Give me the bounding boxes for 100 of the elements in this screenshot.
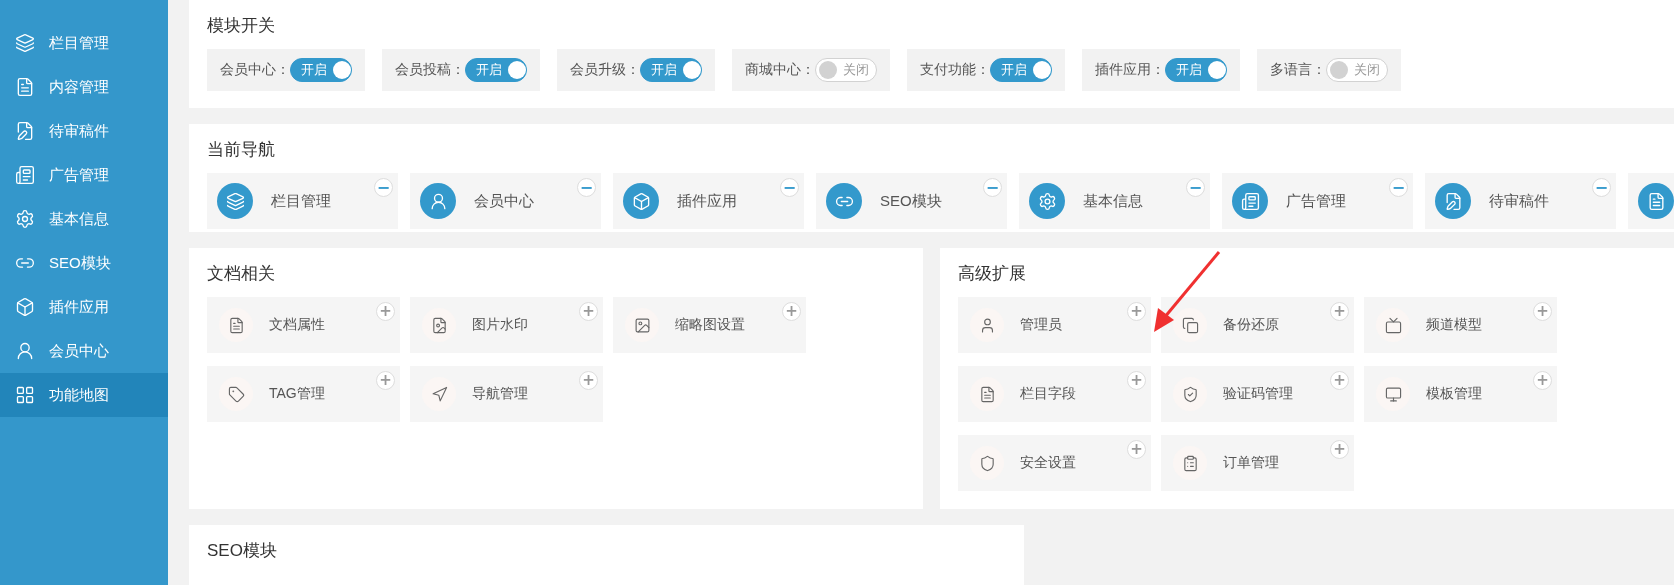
tool-label: 订单管理: [1223, 454, 1279, 472]
document-icon: [970, 377, 1004, 411]
nav-label: 插件应用: [677, 191, 737, 211]
tool-card[interactable]: 订单管理 +: [1161, 435, 1354, 491]
toggle-switch[interactable]: 开启: [1165, 58, 1227, 82]
add-button[interactable]: +: [579, 371, 598, 390]
copy-icon: [1173, 308, 1207, 342]
add-button[interactable]: +: [579, 302, 598, 321]
tool-label: 验证码管理: [1223, 385, 1293, 403]
remove-button[interactable]: −: [577, 178, 596, 197]
switch-label: 商城中心：: [745, 61, 815, 79]
cube-icon: [623, 183, 659, 219]
edit-document-icon: [1435, 183, 1471, 219]
gear-icon: [1029, 183, 1065, 219]
document-icon: [1638, 183, 1674, 219]
sidebar-item[interactable]: SEO模块: [0, 241, 168, 285]
list-icon: [1173, 446, 1207, 480]
switch-label: 会员投稿：: [395, 61, 465, 79]
toggle-switch[interactable]: 开启: [290, 58, 352, 82]
card-icon: [15, 165, 35, 185]
sidebar-item[interactable]: 广告管理: [0, 153, 168, 197]
tool-card[interactable]: 备份还原 +: [1161, 297, 1354, 353]
tool-label: 频道模型: [1426, 316, 1482, 334]
add-button[interactable]: +: [1533, 371, 1552, 390]
navigation-icon: [422, 377, 456, 411]
gear-icon: [15, 209, 35, 229]
toggle-switch[interactable]: 开启: [990, 58, 1052, 82]
tool-card[interactable]: 管理员 +: [958, 297, 1151, 353]
document-icon: [15, 77, 35, 97]
switch-label: 支付功能：: [920, 61, 990, 79]
tool-card[interactable]: 栏目字段 +: [958, 366, 1151, 422]
tool-card[interactable]: 导航管理 +: [410, 366, 603, 422]
add-button[interactable]: +: [1533, 302, 1552, 321]
nav-card[interactable]: 待审稿件 −: [1425, 173, 1616, 229]
shield-check-icon: [1173, 377, 1207, 411]
layers-icon: [217, 183, 253, 219]
tool-card[interactable]: TAG管理 +: [207, 366, 400, 422]
tool-label: 导航管理: [472, 385, 528, 403]
add-button[interactable]: +: [1330, 371, 1349, 390]
nav-card[interactable]: 栏目管理 −: [207, 173, 398, 229]
sidebar-item[interactable]: 内容管理: [0, 65, 168, 109]
panel-title: 当前导航: [207, 139, 276, 161]
toggle-switch[interactable]: 关闭: [1326, 58, 1388, 82]
nav-label: SEO模块: [880, 191, 942, 211]
add-button[interactable]: +: [1127, 440, 1146, 459]
tag-icon: [219, 377, 253, 411]
nav-card[interactable]: 插件应用 −: [613, 173, 804, 229]
nav-card[interactable]: 广告管理 −: [1222, 173, 1413, 229]
add-button[interactable]: +: [1127, 371, 1146, 390]
toggle-switch[interactable]: 开启: [465, 58, 527, 82]
remove-button[interactable]: −: [1186, 178, 1205, 197]
tool-label: 缩略图设置: [675, 316, 745, 334]
tool-label: 备份还原: [1223, 316, 1279, 334]
add-button[interactable]: +: [376, 371, 395, 390]
nav-card[interactable]: SEO模块 −: [816, 173, 1007, 229]
tool-label: 安全设置: [1020, 454, 1076, 472]
tool-card[interactable]: 频道模型 +: [1364, 297, 1557, 353]
tool-card[interactable]: 图片水印 +: [410, 297, 603, 353]
tool-label: 模板管理: [1426, 385, 1482, 403]
tool-card[interactable]: 模板管理 +: [1364, 366, 1557, 422]
nav-card[interactable]: 会员中心 −: [410, 173, 601, 229]
switch-label: 会员升级：: [570, 61, 640, 79]
remove-button[interactable]: −: [1592, 178, 1611, 197]
shield-icon: [970, 446, 1004, 480]
nav-label: 待审稿件: [1489, 191, 1549, 211]
nav-card[interactable]: 基本信息 −: [1019, 173, 1210, 229]
toggle-switch[interactable]: 关闭: [815, 58, 877, 82]
switch-label: 会员中心：: [220, 61, 290, 79]
sidebar-item[interactable]: 功能地图: [0, 373, 168, 417]
tool-card[interactable]: 文档属性 +: [207, 297, 400, 353]
edit-document-icon: [15, 121, 35, 141]
layers-icon: [15, 33, 35, 53]
document-user-icon: [422, 308, 456, 342]
add-button[interactable]: +: [1127, 302, 1146, 321]
toggle-switch[interactable]: 开启: [640, 58, 702, 82]
nav-label: 栏目管理: [271, 191, 331, 211]
document-icon: [219, 308, 253, 342]
tool-label: 文档属性: [269, 316, 325, 334]
sidebar-item[interactable]: 待审稿件: [0, 109, 168, 153]
tool-card[interactable]: 安全设置 +: [958, 435, 1151, 491]
nav-label: 广告管理: [1286, 191, 1346, 211]
add-button[interactable]: +: [1330, 302, 1349, 321]
remove-button[interactable]: −: [1389, 178, 1408, 197]
sidebar-item[interactable]: 基本信息: [0, 197, 168, 241]
add-button[interactable]: +: [782, 302, 801, 321]
sidebar-item[interactable]: 栏目管理: [0, 21, 168, 65]
sidebar-item[interactable]: 插件应用: [0, 285, 168, 329]
remove-button[interactable]: −: [374, 178, 393, 197]
add-button[interactable]: +: [376, 302, 395, 321]
sidebar-item[interactable]: 会员中心: [0, 329, 168, 373]
remove-button[interactable]: −: [780, 178, 799, 197]
nav-label: 会员中心: [474, 191, 534, 211]
add-button[interactable]: +: [1330, 440, 1349, 459]
switch-label: 插件应用：: [1095, 61, 1165, 79]
switch-label: 多语言：: [1270, 61, 1326, 79]
panel-title: 模块开关: [207, 15, 276, 37]
tool-card[interactable]: 缩略图设置 +: [613, 297, 806, 353]
user-icon: [420, 183, 456, 219]
remove-button[interactable]: −: [983, 178, 1002, 197]
tool-card[interactable]: 验证码管理 +: [1161, 366, 1354, 422]
